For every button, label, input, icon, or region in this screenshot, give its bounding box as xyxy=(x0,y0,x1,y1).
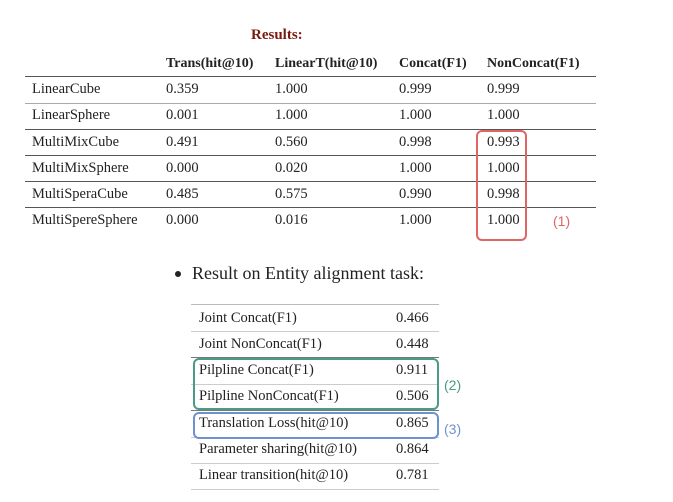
header-lineart: LinearT(hit@10) xyxy=(275,56,378,71)
cell-value: 1.000 xyxy=(399,212,432,228)
cell-value: 0.485 xyxy=(166,186,199,202)
cell-value: 0.491 xyxy=(166,134,199,150)
row-name: LinearSphere xyxy=(32,107,111,123)
align-rule xyxy=(191,463,439,464)
annotation-label-2: (2) xyxy=(444,377,462,393)
cell-value: 0.998 xyxy=(399,134,432,150)
highlight-box-2 xyxy=(193,358,439,410)
cell-value: 0.020 xyxy=(275,160,308,176)
row-name: MultiMixSphere xyxy=(32,160,129,176)
cell-value: 0.999 xyxy=(399,81,432,97)
header-trans: Trans(hit@10) xyxy=(166,56,254,71)
annotation-label-3: (3) xyxy=(444,421,462,437)
align-row-value: 0.864 xyxy=(396,441,429,457)
results-title: Results: xyxy=(251,27,303,43)
cell-value: 1.000 xyxy=(275,81,308,97)
table-rule xyxy=(25,103,596,104)
align-row-value: 0.781 xyxy=(396,467,429,483)
row-name: MultiSpereSphere xyxy=(32,212,138,228)
cell-value: 0.359 xyxy=(166,81,199,97)
align-row-name: Joint Concat(F1) xyxy=(199,310,297,326)
bullet-dot xyxy=(175,271,181,277)
cell-value: 0.990 xyxy=(399,186,432,202)
bullet-text: Result on Entity alignment task: xyxy=(192,263,424,283)
annotation-label-1: (1) xyxy=(553,213,571,229)
row-name: MultiMixCube xyxy=(32,134,120,150)
cell-value: 1.000 xyxy=(399,107,432,123)
highlight-box-3 xyxy=(193,412,439,439)
align-row-value: 0.448 xyxy=(396,336,429,352)
cell-value: 0.016 xyxy=(275,212,308,228)
cell-value: 0.575 xyxy=(275,186,308,202)
cell-value: 0.001 xyxy=(166,107,199,123)
align-rule xyxy=(191,489,439,490)
align-rule xyxy=(191,304,439,305)
cell-value: 1.000 xyxy=(275,107,308,123)
table-rule-top xyxy=(25,76,596,77)
row-name: MultiSperaCube xyxy=(32,186,128,202)
cell-value: 1.000 xyxy=(399,160,432,176)
align-row-name: Joint NonConcat(F1) xyxy=(199,336,322,352)
header-nonconcat: NonConcat(F1) xyxy=(487,56,580,71)
align-row-value: 0.466 xyxy=(396,310,429,326)
align-row-name: Parameter sharing(hit@10) xyxy=(199,441,357,457)
cell-value: 1.000 xyxy=(487,107,520,123)
align-row-name: Linear transition(hit@10) xyxy=(199,467,349,483)
cell-value: 0.000 xyxy=(166,160,199,176)
cell-value: 0.560 xyxy=(275,134,308,150)
cell-value: 0.999 xyxy=(487,81,520,97)
cell-value: 0.000 xyxy=(166,212,199,228)
align-rule xyxy=(191,331,439,332)
highlight-box-1 xyxy=(476,130,527,241)
row-name: LinearCube xyxy=(32,81,101,97)
header-concat: Concat(F1) xyxy=(399,56,467,71)
align-rule xyxy=(191,410,439,411)
